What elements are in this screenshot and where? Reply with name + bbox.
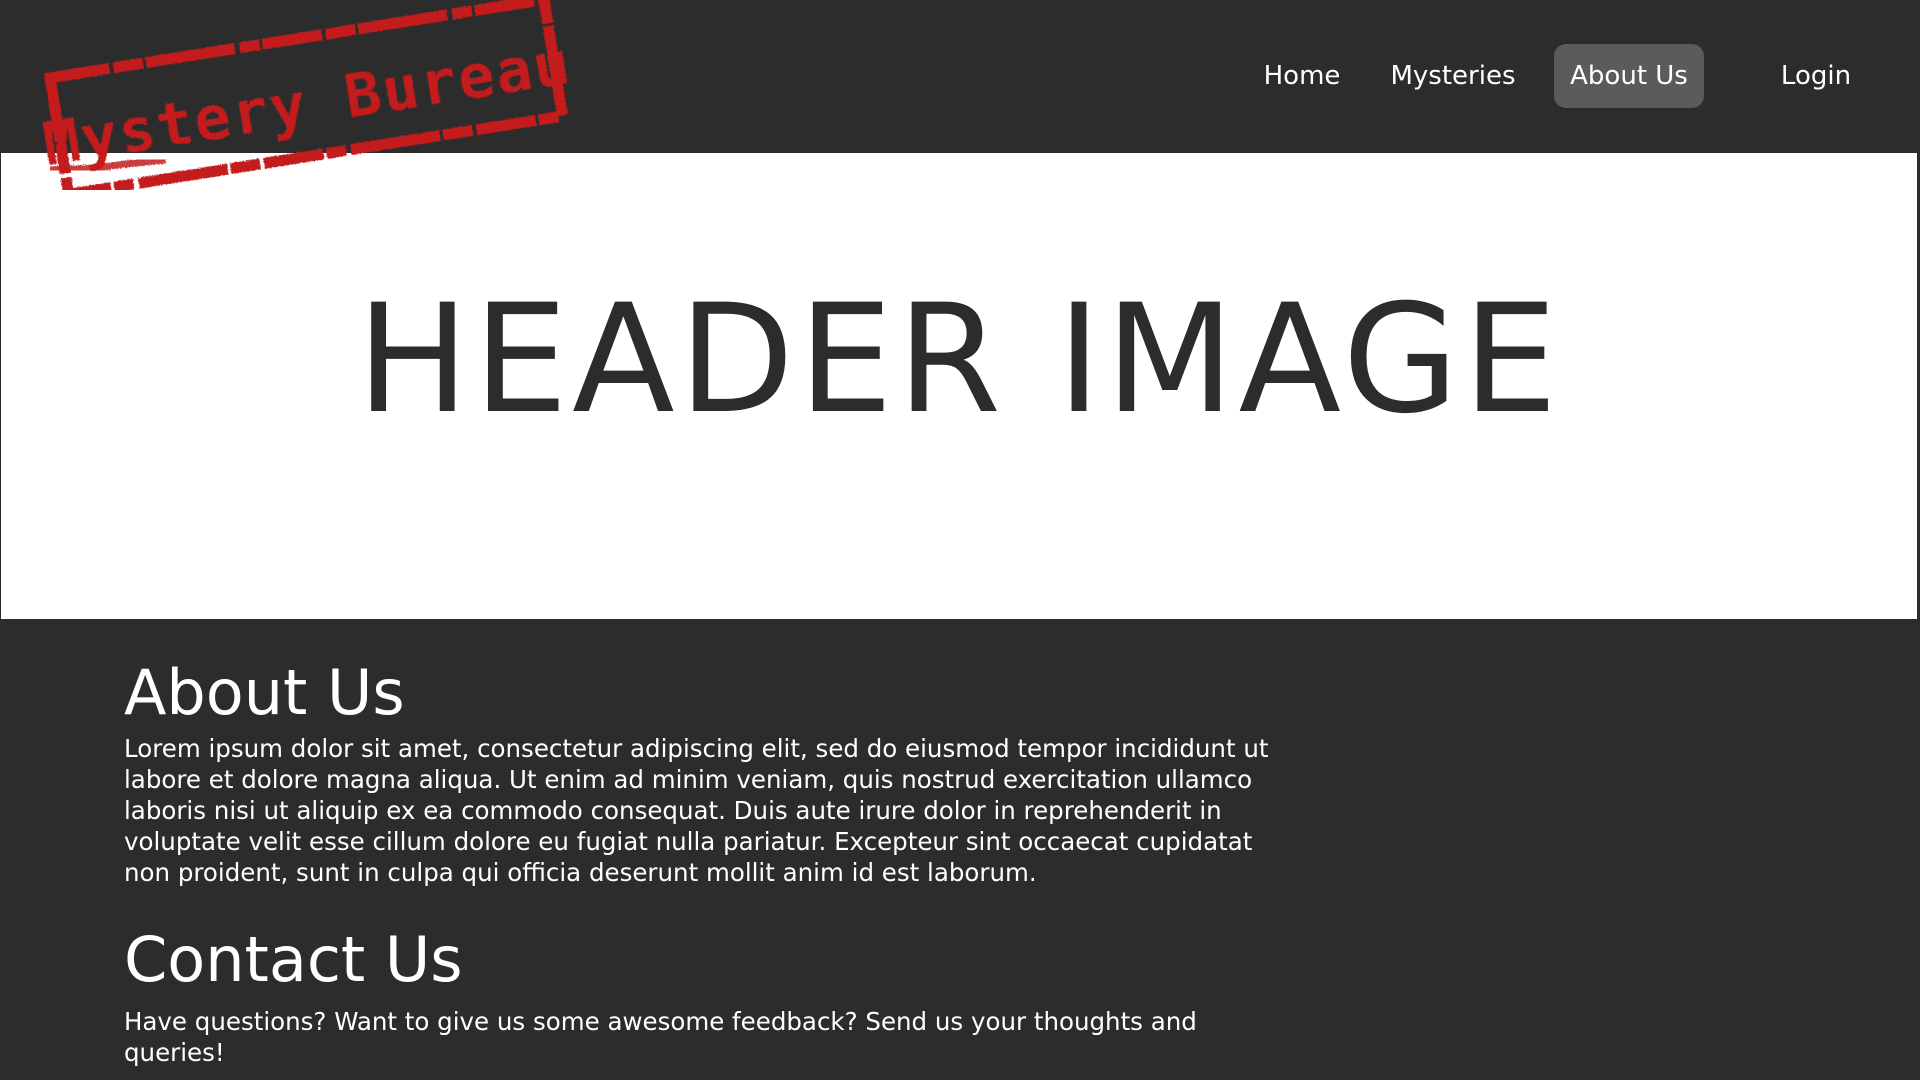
nav-about-us[interactable]: About Us: [1554, 44, 1704, 108]
main-content: About Us Lorem ipsum dolor sit amet, con…: [124, 655, 1304, 1068]
header-image-placeholder: HEADER IMAGE: [0, 152, 1918, 620]
nav-mysteries[interactable]: Mysteries: [1384, 44, 1522, 108]
mystery-bureau-logo[interactable]: Mystery Bureau: [36, 0, 576, 190]
contact-text: Have questions? Want to give us some awe…: [124, 1007, 1197, 1067]
contact-section: Contact Us Have questions? Want to give …: [124, 922, 1304, 1068]
contact-title: Contact Us: [124, 923, 463, 996]
nav-home[interactable]: Home: [1248, 44, 1356, 108]
about-title: About Us: [124, 656, 405, 729]
about-text: Lorem ipsum dolor sit amet, consectetur …: [124, 734, 1269, 887]
nav-login[interactable]: Login: [1760, 44, 1872, 108]
header-image-text: HEADER IMAGE: [356, 273, 1562, 447]
about-section: About Us Lorem ipsum dolor sit amet, con…: [124, 655, 1304, 888]
